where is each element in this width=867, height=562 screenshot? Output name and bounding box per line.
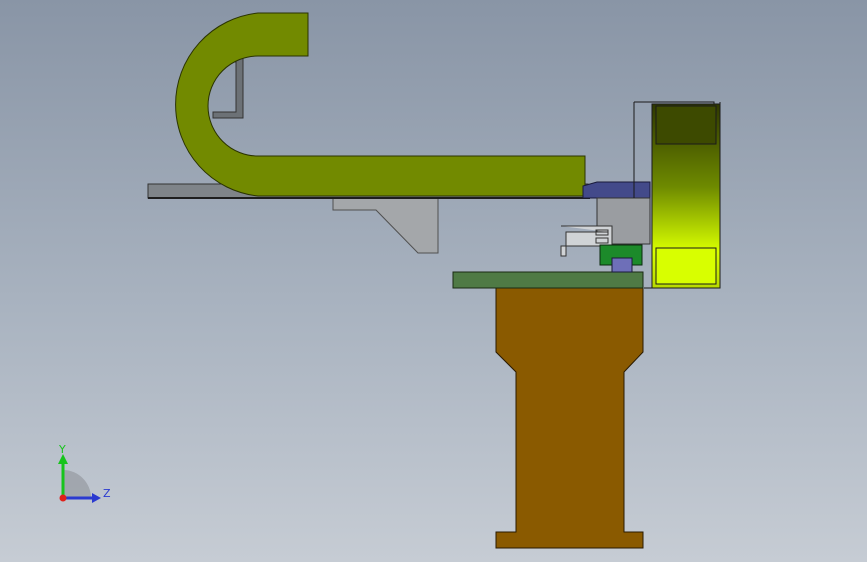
slider-rail	[611, 257, 633, 273]
motor-top-panel	[655, 105, 717, 145]
motor-bottom-panel	[655, 247, 717, 285]
base-plate	[452, 271, 644, 289]
motor-mount	[582, 181, 651, 199]
pedestal-column	[495, 287, 644, 549]
cad-assembly-view	[147, 12, 721, 549]
z-axis-arrow	[92, 493, 101, 503]
cad-viewport[interactable]: Y Z	[0, 0, 867, 562]
y-axis-label: Y	[58, 443, 66, 456]
z-axis-label: Z	[103, 487, 111, 500]
angle-support	[332, 197, 439, 254]
origin-dot	[59, 494, 67, 502]
axis-triad: Y Z	[58, 443, 111, 503]
triad-arc	[63, 470, 91, 498]
